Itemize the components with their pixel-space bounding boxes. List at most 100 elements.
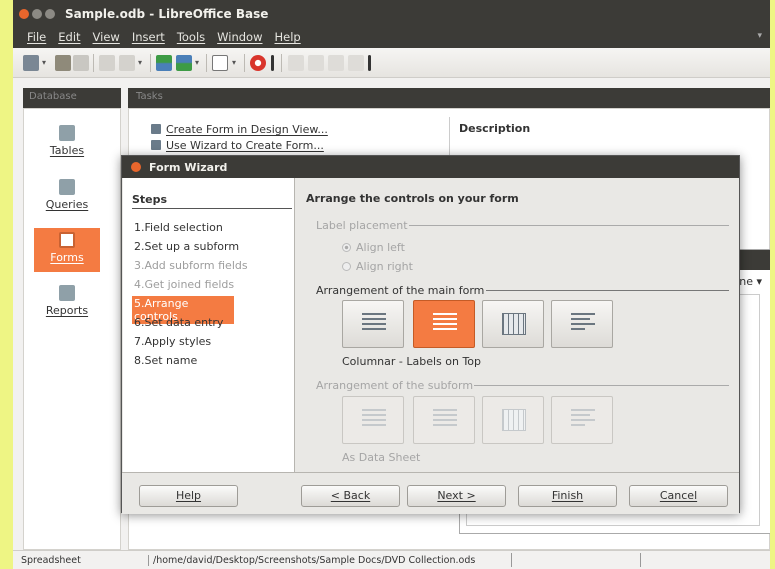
sort-dropdown-icon[interactable]: ▾ [195, 58, 199, 67]
step-apply-styles[interactable]: 7.Apply styles [132, 334, 213, 349]
label-placement-legend: Label placement [316, 219, 408, 232]
block-above-icon [571, 409, 595, 431]
paste-icon[interactable] [119, 55, 135, 71]
toolbar: ▾ ▾ ▾ ▾ [13, 48, 770, 78]
main-form-rule [486, 290, 729, 291]
form-icon[interactable] [212, 55, 228, 71]
database-pane-header: Database [23, 88, 121, 108]
edit-icon[interactable] [308, 55, 324, 71]
sub-columnar-labels-top-button[interactable] [413, 396, 475, 444]
window-close-button[interactable] [19, 9, 29, 19]
tables-icon [59, 125, 75, 141]
status-path: /home/david/Desktop/Screenshots/Sample D… [148, 555, 475, 566]
help-button[interactable]: Help [139, 485, 238, 507]
wizard-close-button[interactable] [131, 162, 141, 172]
subform-rule [474, 385, 729, 386]
help-lifebuoy-icon[interactable] [250, 55, 266, 71]
copy-icon[interactable] [99, 55, 115, 71]
preview-dropdown-label: ne [739, 275, 753, 288]
task-label: Create Form in Design View... [166, 123, 328, 136]
new-document-icon[interactable] [23, 55, 39, 71]
db-item-tables[interactable]: Tables [34, 121, 100, 165]
sub-datasheet-button[interactable] [482, 396, 544, 444]
cancel-button[interactable]: Cancel [629, 485, 728, 507]
main-block-labels-above-button[interactable] [551, 300, 613, 348]
rename-icon[interactable] [348, 55, 364, 71]
step-add-subform-fields[interactable]: 3.Add subform fields [132, 258, 250, 273]
sort-ascending-icon[interactable] [156, 55, 172, 71]
db-item-reports[interactable]: Reports [34, 281, 100, 325]
toolbar-grip-icon [271, 55, 274, 71]
menu-edit[interactable]: Edit [52, 28, 86, 48]
db-item-forms[interactable]: Forms [34, 228, 100, 272]
next-button[interactable]: Next > [407, 485, 506, 507]
menu-file[interactable]: File [21, 28, 52, 48]
steps-underline [132, 208, 292, 209]
menu-insert[interactable]: Insert [126, 28, 171, 48]
task-create-form-design-view[interactable]: Create Form in Design View... [151, 123, 328, 136]
menu-view[interactable]: View [87, 28, 126, 48]
cancel-button-label: Cancel [659, 489, 698, 502]
db-item-label: Tables [49, 144, 85, 157]
wizard-title: Form Wizard [149, 161, 228, 174]
columnar-left-icon [362, 313, 386, 335]
radio-icon [342, 262, 351, 271]
radio-icon [342, 243, 351, 252]
datasheet-icon [502, 409, 526, 431]
save-icon[interactable] [73, 55, 89, 71]
wizard-icon [151, 140, 161, 150]
sub-block-labels-above-button[interactable] [551, 396, 613, 444]
table-icon[interactable] [288, 55, 304, 71]
main-form-legend: Arrangement of the main form [316, 284, 485, 297]
paste-dropdown-icon[interactable]: ▾ [138, 58, 142, 67]
step-field-selection[interactable]: 1.Field selection [132, 220, 225, 235]
form-dropdown-icon[interactable]: ▾ [232, 58, 236, 67]
database-pane: Tables Queries Forms Reports [23, 108, 121, 550]
main-datasheet-button[interactable] [482, 300, 544, 348]
window-maximize-button[interactable] [45, 9, 55, 19]
task-use-wizard[interactable]: Use Wizard to Create Form... [151, 139, 324, 152]
window-minimize-button[interactable] [32, 9, 42, 19]
wizard-heading: Arrange the controls on your form [306, 192, 519, 205]
step-get-joined-fields[interactable]: 4.Get joined fields [132, 277, 236, 292]
next-button-label: Next > [437, 489, 476, 502]
columnar-top-icon [433, 409, 457, 431]
align-left-label: Align left [356, 241, 405, 254]
menu-overflow-icon[interactable]: ▾ [757, 31, 762, 41]
step-set-name[interactable]: 8.Set name [132, 353, 199, 368]
delete-icon[interactable] [328, 55, 344, 71]
new-dropdown-icon[interactable]: ▾ [42, 58, 46, 67]
toolbar-grip-icon-2 [368, 55, 371, 71]
step-set-data-entry[interactable]: 6.Set data entry [132, 315, 225, 330]
form-wizard-dialog: Form Wizard Steps 1.Field selection 2.Se… [121, 155, 740, 514]
subform-caption: As Data Sheet [342, 451, 421, 464]
preview-dropdown[interactable]: ne ▾ [739, 275, 762, 288]
back-button[interactable]: < Back [301, 485, 400, 507]
db-item-queries[interactable]: Queries [34, 175, 100, 219]
back-button-label: < Back [330, 489, 371, 502]
menu-help[interactable]: Help [269, 28, 307, 48]
status-separator [511, 553, 512, 567]
menu-window[interactable]: Window [211, 28, 268, 48]
main-columnar-labels-top-button[interactable] [413, 300, 475, 348]
main-form-caption: Columnar - Labels on Top [342, 355, 482, 368]
menu-bar: File Edit View Insert Tools Window Help [13, 28, 770, 48]
wizard-main-area: Arrange the controls on your form Label … [296, 178, 740, 472]
tasks-divider [449, 117, 450, 157]
steps-panel: Steps 1.Field selection 2.Set up a subfo… [123, 178, 295, 472]
align-left-radio[interactable]: Align left [342, 241, 405, 254]
reports-icon [59, 285, 75, 301]
align-right-label: Align right [356, 260, 413, 273]
menu-tools[interactable]: Tools [171, 28, 211, 48]
tasks-pane-header: Tasks [128, 88, 770, 108]
main-columnar-labels-left-button[interactable] [342, 300, 404, 348]
description-label: Description [459, 122, 531, 135]
help-button-label: Help [175, 489, 202, 502]
sort-descending-icon[interactable] [176, 55, 192, 71]
open-icon[interactable] [55, 55, 71, 71]
sub-columnar-labels-left-button[interactable] [342, 396, 404, 444]
step-set-up-subform[interactable]: 2.Set up a subform [132, 239, 241, 254]
align-right-radio[interactable]: Align right [342, 260, 413, 273]
finish-button[interactable]: Finish [518, 485, 617, 507]
wizard-button-bar: Help < Back Next > Finish Cancel [122, 472, 739, 514]
